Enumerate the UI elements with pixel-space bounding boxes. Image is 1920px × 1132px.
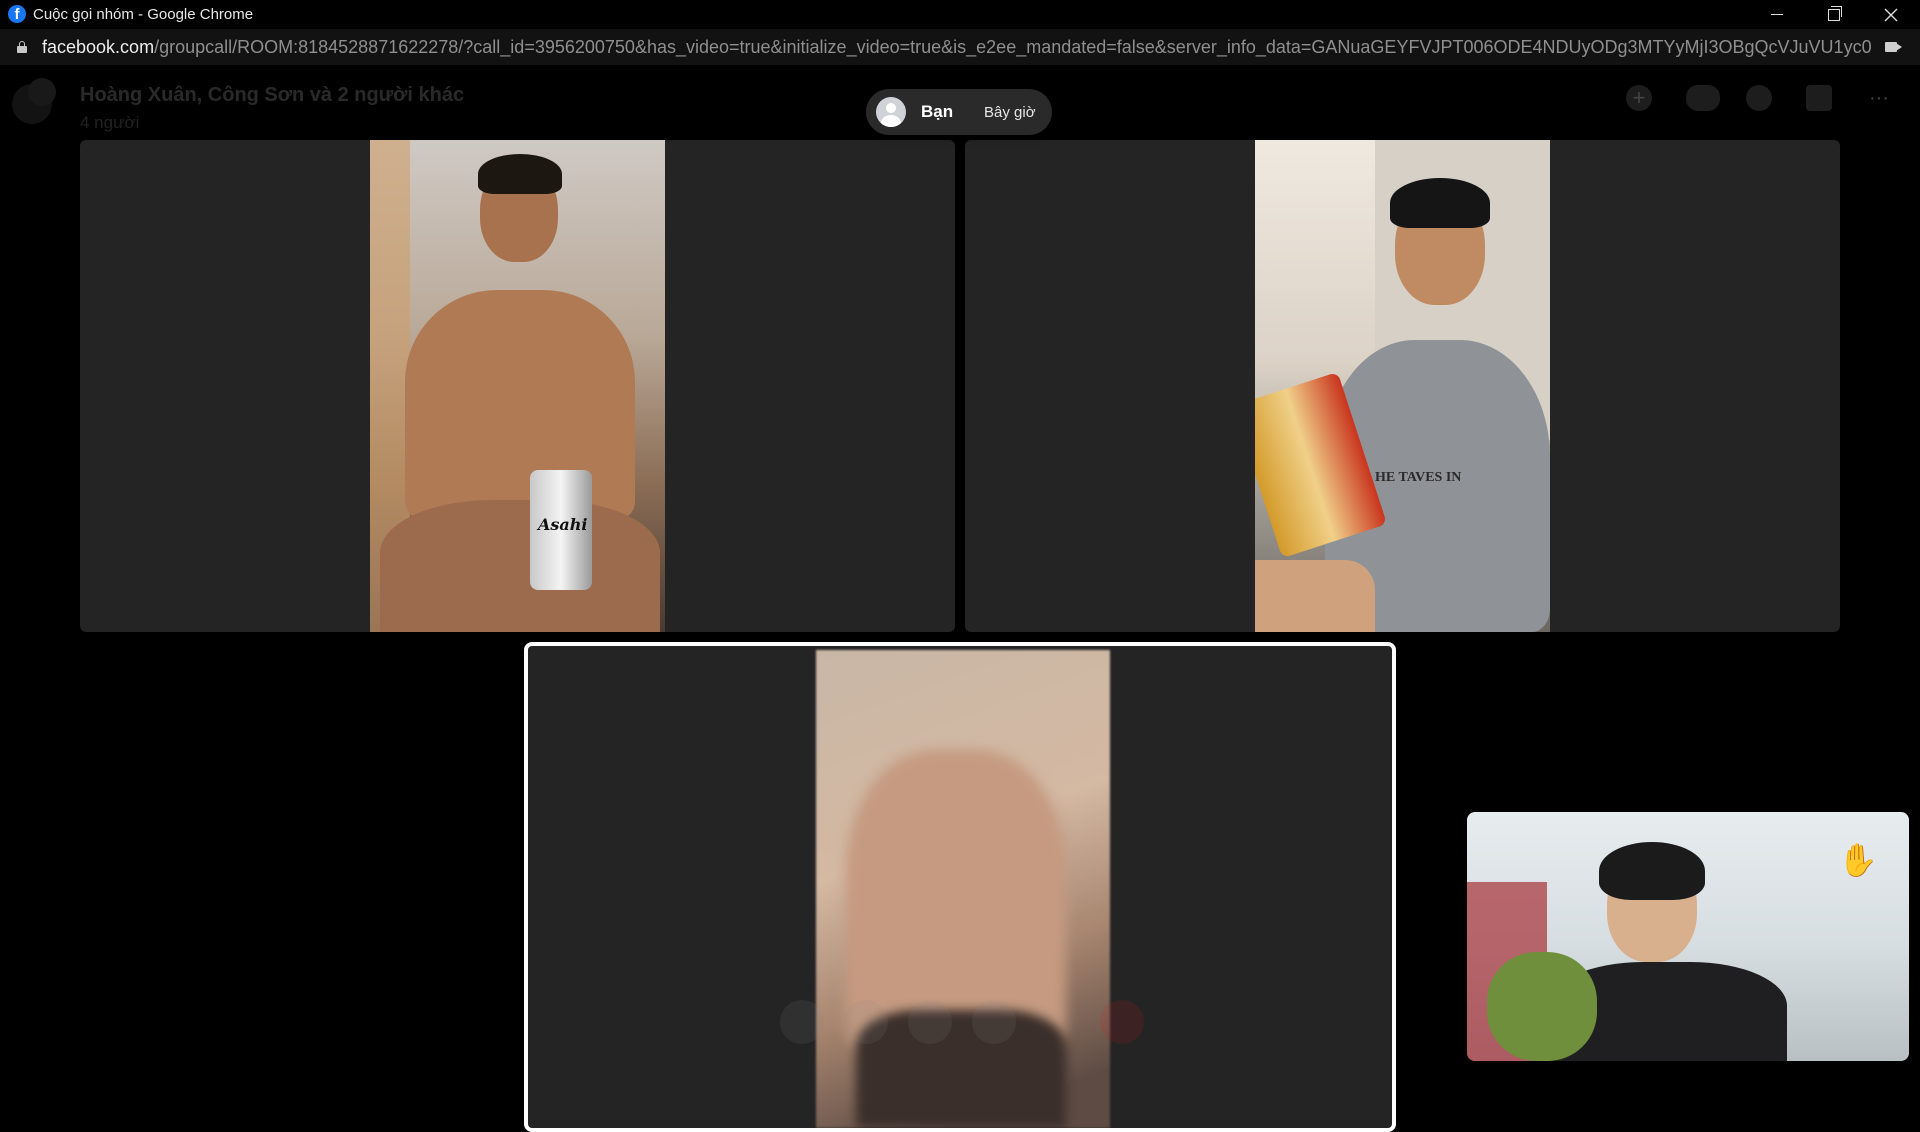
group-title: Hoàng Xuân, Công Sơn và 2 người khác [80,84,465,106]
you-name: Bạn [921,102,954,121]
add-person-icon[interactable]: + [1626,85,1652,111]
user-avatar [876,97,906,127]
video-feed: Asahi [370,140,665,632]
window-title: Cuộc gọi nhóm - Google Chrome [33,6,254,23]
restore-icon [1828,5,1842,21]
more-icon[interactable]: ··· [1866,85,1892,111]
window-titlebar: f Cuộc gọi nhóm - Google Chrome [0,0,1920,29]
video-feed: HE TAVES IN [1255,140,1550,632]
restore-button[interactable] [1805,0,1863,29]
address-bar[interactable]: facebook.com/groupcall/ROOM:818452887162… [0,29,1920,65]
group-avatar [12,78,56,124]
you-reaction-pill: Bạn Bây giờ [866,89,1052,135]
participant-video-3[interactable] [524,642,1396,1132]
minimize-icon [1771,14,1783,15]
screen-share-icon[interactable] [1806,85,1832,111]
url-host: facebook.com [42,37,155,57]
url-text[interactable]: facebook.com/groupcall/ROOM:818452887162… [42,37,1872,58]
you-time: Bây giờ [984,104,1036,121]
lock-icon[interactable] [17,41,27,53]
participant-count: 4 người [80,113,140,132]
camera-in-use-icon[interactable] [1885,42,1902,52]
close-button[interactable] [1862,0,1920,29]
close-icon [1884,8,1898,21]
participant-video-1[interactable]: Asahi [80,140,955,632]
url-path: /groupcall/ROOM:8184528871622278/?call_i… [154,37,1872,57]
minimize-button[interactable] [1748,0,1806,29]
facebook-icon: f [8,5,26,23]
raised-hand-icon: ✋ [1838,842,1878,878]
participant-video-2[interactable]: HE TAVES IN [965,140,1840,632]
video-feed [816,650,1110,1128]
emoji-icon[interactable] [1746,85,1772,111]
game-icon[interactable] [1686,85,1720,111]
